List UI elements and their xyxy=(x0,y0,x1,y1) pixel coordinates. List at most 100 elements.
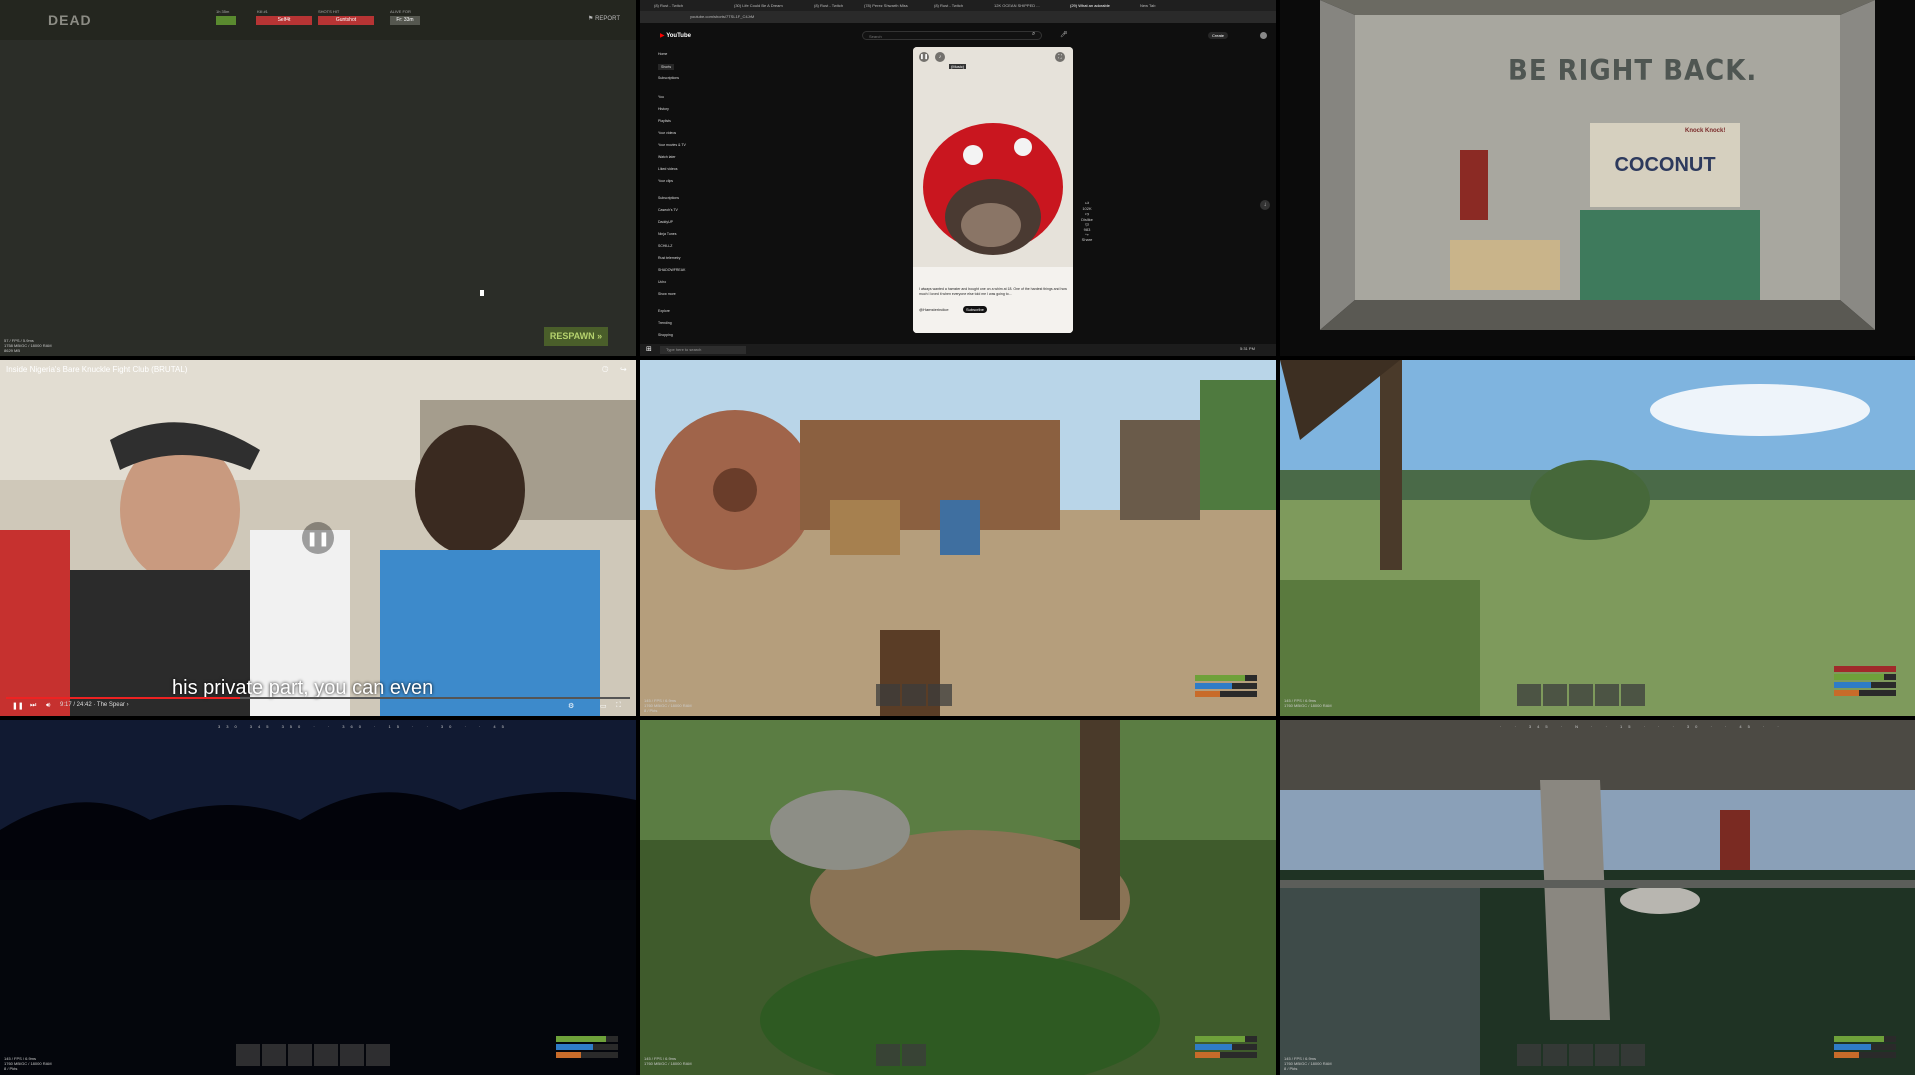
search-icon[interactable]: ⌕ xyxy=(1032,31,1035,38)
vitals-panel xyxy=(1195,1036,1257,1060)
hydration-fill xyxy=(556,1044,594,1050)
taskbar-search-input[interactable]: Type here to search xyxy=(660,346,746,354)
sidebar-item-shorts[interactable]: Shorts xyxy=(658,64,675,70)
respawn-button[interactable]: RESPAWN » xyxy=(544,327,608,346)
hotbar-slot[interactable] xyxy=(314,1044,338,1066)
browser-tab[interactable]: (8) Rust - Twitch xyxy=(934,2,963,10)
health-fill xyxy=(1195,675,1245,681)
sidebar-channel[interactable]: Ucho xyxy=(658,280,666,284)
browser-tab[interactable]: 12K OCEAN SHIPPED ... xyxy=(994,2,1040,10)
volume-icon[interactable]: 🔊︎ xyxy=(46,702,50,710)
fps-readout: 145 / FPS / 6.9ms 1760 MB/GC / 18000 RAM xyxy=(1284,698,1332,708)
hotbar-slot[interactable] xyxy=(1621,1044,1645,1066)
clock-icon[interactable]: 🕓︎ xyxy=(602,365,608,375)
sidebar-channel[interactable]: SHADOWFREAK xyxy=(658,268,685,272)
hotbar-slot[interactable] xyxy=(1543,684,1567,706)
sidebar-item-your-videos[interactable]: Your videos xyxy=(658,131,676,135)
hotbar-slot[interactable] xyxy=(876,684,900,706)
death-screen-panel: DEAD 1h 35m Kill #1 SHOTS HIT ALIVE FOR … xyxy=(0,0,636,356)
hotbar-slot[interactable] xyxy=(288,1044,312,1066)
create-button[interactable]: Create xyxy=(1208,32,1229,39)
video-player[interactable]: Inside Nigeria's Bare Knuckle Fight Club… xyxy=(0,360,636,716)
hotbar-slot[interactable] xyxy=(876,1044,900,1066)
hotbar-slot[interactable] xyxy=(236,1044,260,1066)
play-logo-icon: ▶ xyxy=(660,33,665,39)
pause-icon[interactable]: ❚❚ xyxy=(919,52,929,62)
hotbar-slot[interactable] xyxy=(1595,684,1619,706)
fullscreen-icon[interactable]: ⛶ xyxy=(616,702,621,710)
sidebar-channel[interactable]: Rust telemetry xyxy=(658,256,681,260)
miniplayer-icon[interactable]: ▭ xyxy=(600,702,607,710)
sidebar-item-playlists[interactable]: Playlists xyxy=(658,119,671,123)
hydration-bar xyxy=(1195,683,1257,689)
hotbar-slot[interactable] xyxy=(1621,684,1645,706)
mic-icon[interactable]: 🎤︎ xyxy=(1060,31,1068,38)
hotbar-slot[interactable] xyxy=(1517,684,1541,706)
sidebar-item-liked[interactable]: Liked videos xyxy=(658,167,677,171)
report-button[interactable]: ⚑ REPORT xyxy=(588,15,620,22)
sidebar-section-explore: Explore xyxy=(658,309,670,313)
game-view xyxy=(1280,360,1915,716)
hotbar-slot[interactable] xyxy=(902,684,926,706)
pause-overlay-icon[interactable]: ❚❚ xyxy=(302,522,334,554)
search-input[interactable]: Search xyxy=(862,31,1042,40)
vitals-panel xyxy=(1834,666,1896,698)
sidebar-item-clips[interactable]: Your clips xyxy=(658,179,673,183)
video-progress-bar[interactable] xyxy=(6,697,630,699)
sidebar-item-watch-later[interactable]: Watch later xyxy=(658,155,676,159)
browser-tab-active[interactable]: (29) What an adorable xyxy=(1070,2,1110,10)
avatar[interactable] xyxy=(1260,32,1267,39)
short-video-player[interactable]: (Music) ❚❚ ♪ ⛶ I always wanted a hamster… xyxy=(913,47,1073,333)
game-scene-jungle xyxy=(640,720,1276,1075)
poster-text: COCONUT xyxy=(1614,154,1716,176)
sidebar-item-movies[interactable]: Your movies & TV xyxy=(658,143,686,147)
sidebar-show-more[interactable]: Show more xyxy=(658,292,676,296)
hotbar-slot[interactable] xyxy=(1569,684,1593,706)
windows-start-icon[interactable]: ⊞ xyxy=(646,345,652,353)
hotbar xyxy=(1517,1044,1645,1066)
hotbar-slot[interactable] xyxy=(928,684,952,706)
compass-strip: · · 345 · N · · 15 · · · 30 · · 45 · · xyxy=(1500,724,1785,729)
browser-tab[interactable]: (8) Rust - Twitch xyxy=(654,2,683,10)
fullscreen-icon[interactable]: ⛶ xyxy=(1055,52,1065,62)
hotbar-slot[interactable] xyxy=(902,1044,926,1066)
channel-name[interactable]: @Hamsterindice xyxy=(919,307,949,312)
sidebar-item-trending[interactable]: Trending xyxy=(658,321,672,325)
hotbar-slot[interactable] xyxy=(340,1044,364,1066)
browser-tab[interactable]: New Tab xyxy=(1140,2,1156,10)
sidebar-item-home[interactable]: Home xyxy=(658,52,667,56)
hotbar-slot[interactable] xyxy=(1595,1044,1619,1066)
sidebar-section-subscriptions: Subscriptions xyxy=(658,196,680,200)
browser-tab[interactable]: (30) Life Could Be A Dream xyxy=(734,2,783,10)
sidebar-section-you[interactable]: You xyxy=(658,95,664,99)
sidebar-channel[interactable]: Ninja Tunes xyxy=(658,232,676,236)
hotbar-slot[interactable] xyxy=(366,1044,390,1066)
browser-tab[interactable]: (78) Perez Shwarth Miss xyxy=(864,2,908,10)
subscribe-button[interactable]: Subscribe xyxy=(963,306,987,313)
share-icon[interactable]: ↪ xyxy=(620,365,627,374)
sidebar-channel[interactable]: Caseoh's TV xyxy=(658,208,678,212)
food-bar xyxy=(1834,1052,1896,1058)
volume-icon[interactable]: ♪ xyxy=(935,52,945,62)
play-pause-icon[interactable]: ❚❚ xyxy=(12,702,24,710)
browser-tab[interactable]: (8) Rust - Twitch xyxy=(814,2,843,10)
sidebar-channel[interactable]: SCHILLZ xyxy=(658,244,672,248)
game-view xyxy=(0,720,636,1075)
hotbar-slot[interactable] xyxy=(1569,1044,1593,1066)
game-scene-meadow xyxy=(1280,360,1915,716)
sidebar-item-shopping[interactable]: Shopping xyxy=(658,333,673,337)
settings-icon[interactable]: ⚙ xyxy=(568,702,574,710)
scroll-down-icon[interactable]: ↓ xyxy=(1260,200,1270,210)
hotbar-slot[interactable] xyxy=(1517,1044,1541,1066)
report-label: REPORT xyxy=(595,16,620,22)
stat-label: SHOTS HIT xyxy=(318,9,340,14)
sidebar-item-history[interactable]: History xyxy=(658,107,669,111)
food-fill xyxy=(556,1052,581,1058)
sidebar-item-subscriptions[interactable]: Subscriptions xyxy=(658,76,679,80)
youtube-logo[interactable]: ▶ YouTube xyxy=(660,32,691,39)
sidebar-channel[interactable]: DaddyUP xyxy=(658,220,673,224)
hydration-bar xyxy=(1834,682,1896,688)
hotbar-slot[interactable] xyxy=(262,1044,286,1066)
next-icon[interactable]: ⏭︎ xyxy=(30,702,36,710)
hotbar-slot[interactable] xyxy=(1543,1044,1567,1066)
